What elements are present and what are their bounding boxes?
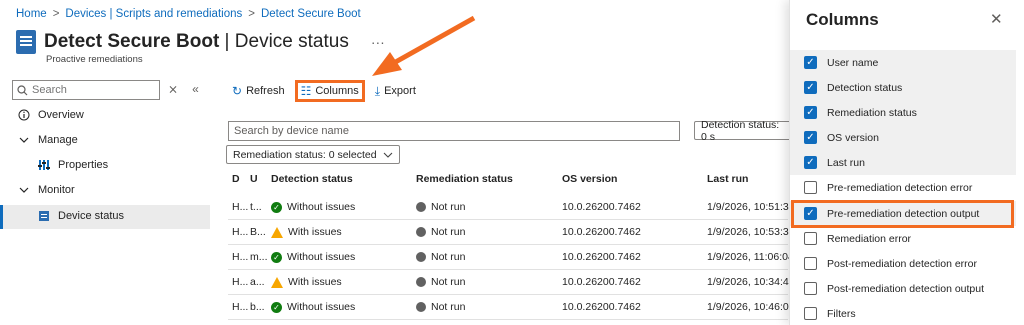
last-run-cell: 1/9/2026, 10:34:44: [707, 276, 795, 288]
remediation-cell: Not run: [416, 201, 465, 213]
remediation-cell: Not run: [416, 226, 465, 238]
panel-title: Columns: [806, 10, 879, 29]
column-option-remediation-error[interactable]: Remediation error: [790, 226, 1016, 251]
user-cell: t...: [250, 201, 262, 213]
os-cell: 10.0.26200.7462: [562, 251, 641, 263]
checkbox-checked-icon[interactable]: ✓: [804, 81, 817, 94]
device-search-input[interactable]: Search by device name: [228, 121, 680, 141]
table-row[interactable]: H... B... With issues Not run 10.0.26200…: [228, 220, 795, 245]
columns-panel: Columns ✕ ✓ User name ✓ Detection status ✓…: [789, 0, 1024, 325]
user-cell: a...: [250, 276, 265, 288]
checkbox-icon[interactable]: [804, 282, 817, 295]
table-row[interactable]: H... b... ✓ Without issues Not run 10.0.2…: [228, 295, 795, 320]
checkbox-icon[interactable]: [804, 181, 817, 194]
user-cell: B...: [250, 226, 266, 238]
column-header-detection[interactable]: Detection status: [271, 173, 353, 185]
checkbox-icon[interactable]: [804, 257, 817, 270]
detection-cell: With issues: [271, 226, 342, 238]
column-option-post-detection-output[interactable]: Post-remediation detection output: [790, 276, 1016, 301]
status-dot-icon: [416, 252, 426, 262]
checkbox-checked-icon[interactable]: ✓: [804, 156, 817, 169]
check-circle-icon: ✓: [271, 201, 282, 213]
detection-cell: With issues: [271, 276, 342, 288]
status-dot-icon: [416, 302, 426, 312]
column-option-last-run[interactable]: ✓ Last run: [790, 150, 1016, 175]
column-option-remediation-status[interactable]: ✓ Remediation status: [790, 100, 1016, 125]
check-circle-icon: ✓: [271, 301, 282, 313]
last-run-cell: 1/9/2026, 11:06:04: [707, 251, 794, 263]
detection-cell: ✓ Without issues: [271, 251, 355, 263]
chevron-down-icon: [383, 152, 392, 158]
column-option-user-name[interactable]: ✓ User name: [790, 50, 1016, 75]
device-cell[interactable]: H...: [232, 276, 248, 288]
device-cell[interactable]: H...: [232, 226, 248, 238]
checkbox-icon[interactable]: [804, 307, 817, 320]
column-option-os-version[interactable]: ✓ OS version: [790, 125, 1016, 150]
os-cell: 10.0.26200.7462: [562, 226, 641, 238]
column-header-user[interactable]: U: [250, 173, 258, 185]
detection-cell: ✓ Without issues: [271, 301, 355, 313]
table-row[interactable]: H... t... ✓ Without issues Not run 10.0.2…: [228, 195, 795, 220]
column-header-remediation[interactable]: Remediation status: [416, 173, 513, 185]
warning-icon: [271, 276, 283, 288]
last-run-cell: 1/9/2026, 10:51:34: [707, 201, 795, 213]
device-cell[interactable]: H...: [232, 301, 248, 313]
remediation-cell: Not run: [416, 276, 465, 288]
detection-cell: ✓ Without issues: [271, 201, 355, 213]
close-icon[interactable]: ✕: [990, 10, 1003, 28]
checkbox-icon[interactable]: [804, 232, 817, 245]
column-header-last-run[interactable]: Last run: [707, 173, 748, 185]
remediation-cell: Not run: [416, 251, 465, 263]
remediation-cell: Not run: [416, 301, 465, 313]
table-row[interactable]: H... a... With issues Not run 10.0.26200…: [228, 270, 795, 295]
column-header-device[interactable]: D: [232, 173, 240, 185]
column-option-post-detection-error[interactable]: Post-remediation detection error: [790, 251, 1016, 276]
check-circle-icon: ✓: [271, 251, 282, 263]
checkbox-checked-icon[interactable]: ✓: [804, 131, 817, 144]
status-dot-icon: [416, 202, 426, 212]
os-cell: 10.0.26200.7462: [562, 201, 641, 213]
device-cell[interactable]: H...: [232, 201, 248, 213]
column-option-pre-detection-error[interactable]: Pre-remediation detection error: [790, 175, 1016, 200]
status-dot-icon: [416, 277, 426, 287]
annotation-highlight-box: [791, 200, 1014, 228]
device-cell[interactable]: H...: [232, 251, 248, 263]
checkbox-checked-icon[interactable]: ✓: [804, 106, 817, 119]
os-cell: 10.0.26200.7462: [562, 276, 641, 288]
column-header-os[interactable]: OS version: [562, 173, 617, 185]
table-row[interactable]: H... m... ✓ Without issues Not run 10.0.2…: [228, 245, 794, 270]
user-cell: b...: [250, 301, 265, 313]
checkbox-checked-icon[interactable]: ✓: [804, 56, 817, 69]
status-dot-icon: [416, 227, 426, 237]
column-option-filters[interactable]: Filters: [790, 301, 1016, 325]
detection-status-filter[interactable]: Detection status: 0 s: [694, 119, 794, 143]
last-run-cell: 1/9/2026, 10:46:00: [707, 301, 795, 313]
os-cell: 10.0.26200.7462: [562, 301, 641, 313]
warning-icon: [271, 226, 283, 238]
remediation-status-filter[interactable]: Remediation status: 0 selected: [226, 145, 400, 164]
user-cell: m...: [250, 251, 268, 263]
last-run-cell: 1/9/2026, 10:53:37: [707, 226, 795, 238]
column-option-detection-status[interactable]: ✓ Detection status: [790, 75, 1016, 100]
